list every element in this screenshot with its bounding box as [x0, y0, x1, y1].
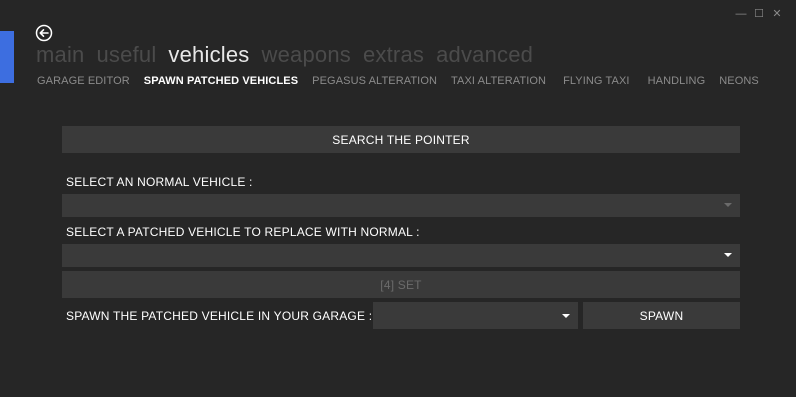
close-icon[interactable]: ✕: [772, 8, 782, 20]
window-controls: — ☐ ✕: [736, 8, 782, 20]
spawn-patched-form: SEARCH THE POINTER SELECT AN NORMAL VEHI…: [62, 126, 740, 329]
patched-vehicle-select[interactable]: [62, 244, 740, 267]
garage-slot-select[interactable]: [373, 302, 578, 329]
subtab-taxi-alteration[interactable]: TAXI ALTERATION: [451, 75, 546, 87]
tab-useful[interactable]: useful: [97, 42, 157, 68]
subtab-garage-editor[interactable]: GARAGE EDITOR: [37, 75, 130, 87]
subtab-flying-taxi[interactable]: FLYING TAXI: [563, 75, 630, 87]
subtab-pegasus-alteration[interactable]: PEGASUS ALTERATION: [312, 75, 437, 87]
main-tabs: main useful vehicles weapons extras adva…: [36, 42, 533, 68]
minimize-icon[interactable]: —: [736, 8, 747, 20]
patched-vehicle-label: SELECT A PATCHED VEHICLE TO REPLACE WITH…: [66, 225, 420, 239]
subtab-handling[interactable]: HANDLING: [648, 75, 706, 87]
subtab-spawn-patched-vehicles[interactable]: SPAWN PATCHED VEHICLES: [144, 75, 298, 87]
back-button[interactable]: [35, 24, 53, 42]
tab-weapons[interactable]: weapons: [262, 42, 351, 68]
chevron-down-icon: [724, 203, 732, 207]
normal-vehicle-label: SELECT AN NORMAL VEHICLE :: [66, 175, 253, 189]
spawn-button[interactable]: SPAWN: [583, 302, 740, 329]
subtab-neons[interactable]: NEONS: [719, 75, 759, 87]
tab-extras[interactable]: extras: [363, 42, 424, 68]
set-button[interactable]: [4] SET: [62, 271, 740, 298]
tab-main[interactable]: main: [36, 42, 85, 68]
spawn-row: SPAWN THE PATCHED VEHICLE IN YOUR GARAGE…: [62, 302, 740, 329]
tab-advanced[interactable]: advanced: [436, 42, 533, 68]
maximize-icon[interactable]: ☐: [754, 8, 764, 20]
tab-vehicles[interactable]: vehicles: [168, 42, 249, 68]
spawn-label: SPAWN THE PATCHED VEHICLE IN YOUR GARAGE…: [66, 308, 373, 323]
sub-tabs: GARAGE EDITOR SPAWN PATCHED VEHICLES PEG…: [37, 75, 773, 87]
chevron-down-icon: [724, 253, 732, 257]
search-pointer-button[interactable]: SEARCH THE POINTER: [62, 126, 740, 153]
normal-vehicle-select[interactable]: [62, 194, 740, 217]
back-arrow-icon: [35, 24, 53, 42]
chevron-down-icon: [562, 314, 570, 318]
accent-strip: [0, 31, 14, 83]
